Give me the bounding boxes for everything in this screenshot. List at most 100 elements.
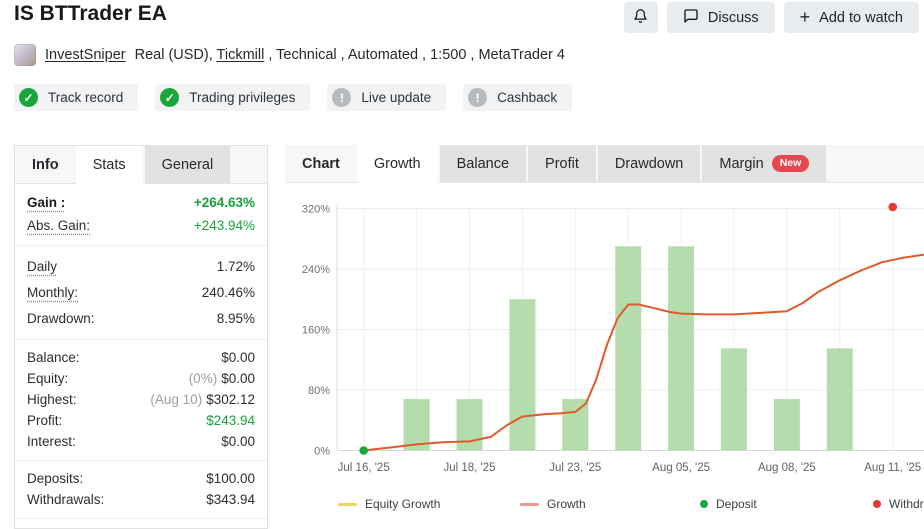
stat-label: Daily <box>27 259 57 274</box>
tab-margin[interactable]: Margin New <box>702 145 826 182</box>
stat-row-balance: Balance: $0.00 <box>27 347 255 368</box>
account-type: Real (USD), <box>135 47 217 63</box>
equity-growth-swatch <box>338 503 357 506</box>
badge-track-record: ✓ Track record <box>14 84 138 111</box>
notifications-button[interactable] <box>624 2 658 33</box>
cashflow-group: Deposits: $100.00 Withdrawals: $343.94 <box>15 461 267 519</box>
tab-balance[interactable]: Balance <box>440 145 526 182</box>
tab-profit[interactable]: Profit <box>528 145 596 182</box>
stat-row-drawdown: Drawdown: 8.95% <box>27 305 255 331</box>
stat-label: Interest: <box>27 434 76 449</box>
stat-row-highest: Highest: (Aug 10)$302.12 <box>27 389 255 410</box>
legend-label: Growth <box>547 497 586 511</box>
stat-row-abs-gain: Abs. Gain: +243.94% <box>27 214 255 237</box>
stat-value: 8.95% <box>217 311 255 326</box>
tab-general[interactable]: General <box>145 146 231 183</box>
svg-text:Jul 23, '25: Jul 23, '25 <box>549 462 601 474</box>
stat-label: Profit: <box>27 413 62 428</box>
growth-swatch <box>520 503 539 506</box>
stat-value-main: $0.00 <box>221 371 255 386</box>
badge-label: Live update <box>361 90 431 105</box>
badge-trading-privileges: ✓ Trading privileges <box>155 84 310 111</box>
svg-text:320%: 320% <box>302 204 330 216</box>
badge-label: Trading privileges <box>189 90 295 105</box>
svg-text:Aug 11, '25: Aug 11, '25 <box>864 462 921 474</box>
tab-drawdown[interactable]: Drawdown <box>598 145 701 182</box>
badge-live-update: ! Live update <box>327 84 446 111</box>
stat-value: $343.94 <box>206 492 255 507</box>
stat-value: $100.00 <box>206 471 255 486</box>
stat-label: Deposits: <box>27 471 83 486</box>
stat-value: 240.46% <box>202 285 255 300</box>
badge-cashback: ! Cashback <box>463 84 572 111</box>
badge-label: Track record <box>48 90 123 105</box>
stat-value: (0%)$0.00 <box>189 371 255 386</box>
deposit-swatch <box>700 500 708 508</box>
avatar[interactable] <box>14 44 36 66</box>
stat-value: $0.00 <box>221 434 255 449</box>
legend-equity-growth[interactable]: Equity Growth <box>338 497 440 511</box>
top-actions: Discuss + Add to watch <box>624 2 919 33</box>
new-badge: New <box>772 155 810 172</box>
tab-growth[interactable]: Growth <box>357 145 438 182</box>
stat-label: Monthly: <box>27 285 78 300</box>
growth-chart-svg: 0%80%160%240%320%Jul 16, '25Jul 18, '25J… <box>285 183 924 483</box>
stat-value: +243.94% <box>194 218 255 233</box>
discuss-label: Discuss <box>708 10 759 26</box>
svg-text:Jul 18, '25: Jul 18, '25 <box>443 462 495 474</box>
stat-value-main: $302.12 <box>206 392 255 407</box>
check-icon: ✓ <box>19 88 38 107</box>
stat-label: Abs. Gain: <box>27 218 90 233</box>
legend-deposit[interactable]: Deposit <box>700 497 757 511</box>
owner-link[interactable]: InvestSniper <box>45 47 126 63</box>
add-to-watch-button[interactable]: + Add to watch <box>784 2 919 33</box>
growth-chart: 0%80%160%240%320%Jul 16, '25Jul 18, '25J… <box>285 183 924 529</box>
stats-card: Info Stats General Gain : +264.63% Abs. … <box>14 145 268 529</box>
updated-group: Updated Aug 17 at 03:03 <box>15 519 267 529</box>
stat-value: (Aug 10)$302.12 <box>150 392 255 407</box>
stat-value: 1.72% <box>217 259 255 274</box>
stat-label: Withdrawals: <box>27 492 104 507</box>
stat-label: Balance: <box>27 350 80 365</box>
legend-growth[interactable]: Growth <box>520 497 586 511</box>
ratio-group: Daily 1.72% Monthly: 240.46% Drawdown: 8… <box>15 246 267 340</box>
account-attrs: , Technical , Automated , 1:500 , MetaTr… <box>264 47 565 63</box>
legend-withdrawal[interactable]: Withdrawal <box>873 497 924 511</box>
stat-row-withdrawals: Withdrawals: $343.94 <box>27 489 255 510</box>
stat-row-interest: Interest: $0.00 <box>27 431 255 452</box>
legend-label: Deposit <box>716 497 757 511</box>
speech-bubble-icon <box>683 8 699 28</box>
stat-value: $0.00 <box>221 350 255 365</box>
stats-tabs: Info Stats General <box>15 146 267 184</box>
withdrawal-swatch <box>873 500 881 508</box>
tab-chart[interactable]: Chart <box>285 145 357 182</box>
stat-label: Drawdown: <box>27 311 95 326</box>
svg-text:240%: 240% <box>302 264 330 276</box>
chart-tabs: Chart Growth Balance Profit Drawdown Mar… <box>285 145 924 183</box>
stat-label: Equity: <box>27 371 68 386</box>
broker-link[interactable]: Tickmill <box>217 47 265 63</box>
bell-icon <box>633 8 648 28</box>
page: IS BTTrader EA Discuss + Add to watch In… <box>0 0 924 529</box>
tab-stats[interactable]: Stats <box>76 146 143 183</box>
stat-row-monthly: Monthly: 240.46% <box>27 279 255 305</box>
check-icon: ✓ <box>160 88 179 107</box>
chart-legend: Equity Growth Growth Deposit Withdrawal <box>285 497 924 517</box>
exclamation-icon: ! <box>468 88 487 107</box>
discuss-button[interactable]: Discuss <box>667 2 775 33</box>
add-to-watch-label: Add to watch <box>819 10 903 26</box>
svg-text:Aug 08, '25: Aug 08, '25 <box>758 462 816 474</box>
tab-margin-label: Margin <box>719 156 763 172</box>
gain-group: Gain : +264.63% Abs. Gain: +243.94% <box>15 184 267 246</box>
stat-label: Gain : <box>27 195 65 210</box>
badge-label: Cashback <box>497 90 557 105</box>
svg-text:80%: 80% <box>308 385 330 397</box>
tab-info[interactable]: Info <box>15 146 76 183</box>
exclamation-icon: ! <box>332 88 351 107</box>
verification-badges: ✓ Track record ✓ Trading privileges ! Li… <box>14 84 572 111</box>
chart-card: Chart Growth Balance Profit Drawdown Mar… <box>285 145 924 529</box>
stat-row-deposits: Deposits: $100.00 <box>27 468 255 489</box>
page-title: IS BTTrader EA <box>14 2 167 26</box>
stat-row-equity: Equity: (0%)$0.00 <box>27 368 255 389</box>
stat-row-gain: Gain : +264.63% <box>27 191 255 214</box>
